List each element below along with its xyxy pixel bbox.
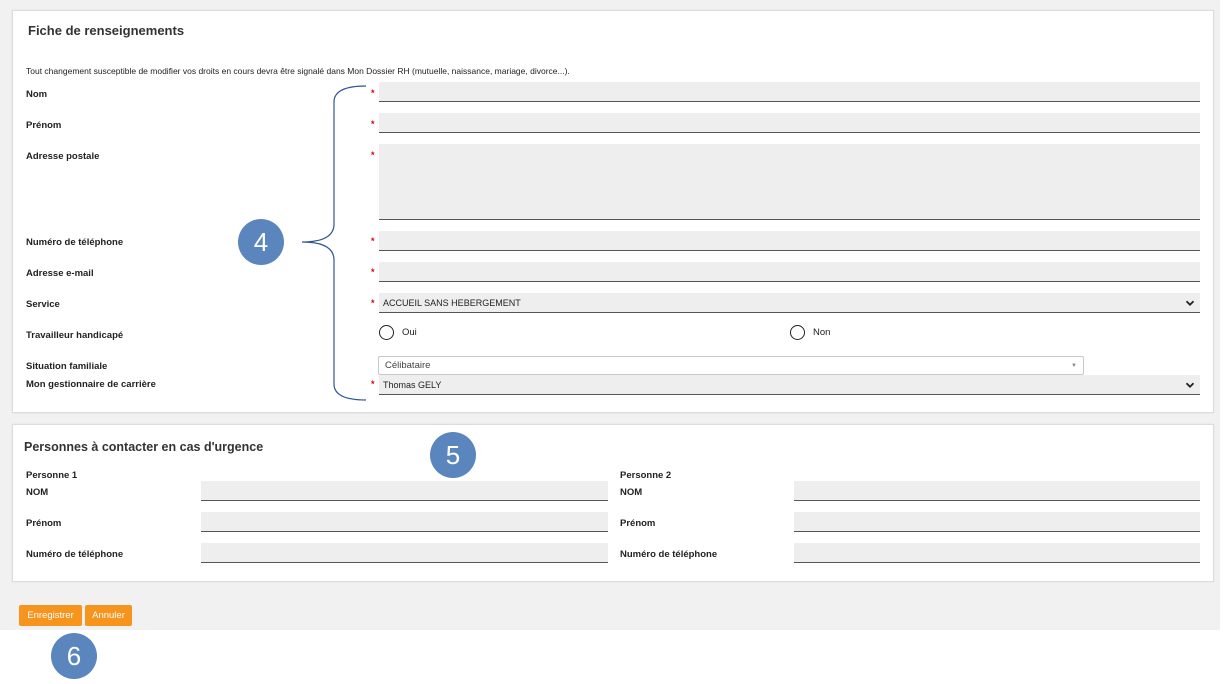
personne1-nom-field[interactable] [201,481,608,501]
callout-6: 6 [51,633,97,679]
non-label: Non [813,327,831,338]
gestionnaire-select[interactable]: Thomas GELY [379,375,1200,395]
personne2-heading: Personne 2 [620,470,672,481]
situation-select[interactable]: Célibataire ▼ [378,356,1084,375]
fiche-title: Fiche de renseignements [28,23,185,38]
nom-label: Nom [26,89,48,100]
service-label: Service [26,299,60,310]
personne2-prenom-field[interactable] [794,512,1200,532]
chevron-down-icon [1185,382,1195,388]
dropdown-triangle-icon: ▼ [1071,362,1077,369]
telephone-label: Numéro de téléphone [26,237,124,248]
adresse-field[interactable] [379,144,1200,220]
personne1-prenom-label: Prénom [26,518,62,529]
handicape-label: Travailleur handicapé [26,330,124,341]
nom-field[interactable] [379,82,1200,102]
telephone-field[interactable] [379,231,1200,251]
personne2-nom-field[interactable] [794,481,1200,501]
save-button[interactable]: Enregistrer [19,605,82,626]
gestionnaire-label: Mon gestionnaire de carrière [26,379,156,390]
personne1-telephone-field[interactable] [201,543,608,563]
personne1-heading: Personne 1 [26,470,78,481]
service-select[interactable]: ACCUEIL SANS HEBERGEMENT [379,293,1200,313]
personne2-telephone-field[interactable] [794,543,1200,563]
callout-4: 4 [238,219,284,265]
personne1-nom-label: NOM [26,487,49,498]
situation-label: Situation familiale [26,361,108,372]
personne1-prenom-field[interactable] [201,512,608,532]
personne1-telephone-label: Numéro de téléphone [26,549,124,560]
fiche-intro: Tout changement susceptible de modifier … [26,66,570,76]
callout-5: 5 [430,432,476,478]
personne2-nom-label: NOM [620,487,643,498]
situation-value: Célibataire [385,360,431,371]
urgence-title: Personnes à contacter en cas d'urgence [24,440,264,454]
prenom-field[interactable] [379,113,1200,133]
brace-annotation [301,85,367,401]
non-radio[interactable] [790,325,805,340]
service-value: ACCUEIL SANS HEBERGEMENT [383,297,521,308]
gestionnaire-value: Thomas GELY [383,379,442,390]
chevron-down-icon [1185,300,1195,306]
email-label: Adresse e-mail [26,268,94,279]
cancel-button[interactable]: Annuler [85,605,132,626]
email-field[interactable] [379,262,1200,282]
prenom-label: Prénom [26,120,62,131]
adresse-label: Adresse postale [26,151,100,162]
personne2-prenom-label: Prénom [620,518,656,529]
oui-label: Oui [402,327,417,338]
personne2-telephone-label: Numéro de téléphone [620,549,718,560]
